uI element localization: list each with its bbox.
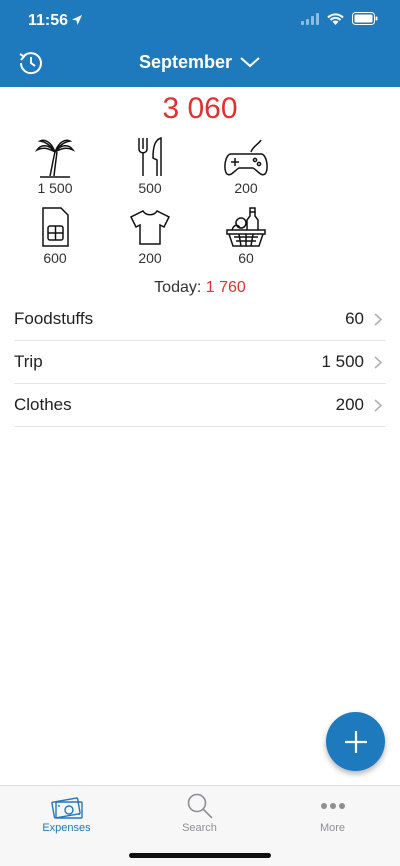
- gamepad-icon: [224, 139, 268, 176]
- shopping-basket-icon: [226, 207, 266, 247]
- palm-tree-icon: [34, 139, 76, 178]
- month-total: 3 060: [162, 92, 238, 125]
- category-trip[interactable]: 1 500: [15, 136, 95, 196]
- category-amount: 200: [138, 250, 162, 266]
- expense-name: Trip: [14, 352, 43, 371]
- more-icon: [320, 803, 345, 809]
- category-amount: 1 500: [37, 180, 73, 196]
- add-expense-button[interactable]: [326, 712, 385, 771]
- tshirt-icon: [129, 210, 171, 245]
- category-amount: 60: [238, 250, 254, 266]
- expense-name: Clothes: [14, 395, 72, 414]
- home-indicator: [129, 853, 271, 858]
- search-icon: [187, 793, 213, 819]
- today-label: Today:: [154, 279, 202, 296]
- chevron-right-icon: [374, 356, 382, 369]
- category-amount: 200: [234, 180, 258, 196]
- category-amount: 500: [138, 180, 162, 196]
- tab-label: Expenses: [42, 822, 91, 834]
- status-time: 11:56: [28, 12, 69, 29]
- category-clothes[interactable]: 200: [110, 206, 190, 266]
- list-item[interactable]: Foodstuffs 60: [14, 298, 386, 341]
- list-item[interactable]: Trip 1 500: [14, 341, 386, 384]
- today-summary: Today: 1 760: [0, 279, 400, 297]
- tab-label: More: [319, 822, 346, 834]
- expense-value: 1 500: [321, 352, 364, 371]
- month-label: September: [138, 52, 233, 72]
- signal-icon: [301, 12, 319, 25]
- category-amount: 600: [43, 250, 67, 266]
- expense-name: Foodstuffs: [14, 309, 94, 328]
- tab-label: Search: [182, 822, 217, 834]
- location-arrow-icon: [72, 15, 82, 25]
- expense-value: 60: [345, 309, 364, 328]
- chevron-right-icon: [374, 399, 382, 412]
- header: 11:56 September: [0, 0, 400, 87]
- battery-icon: [352, 12, 378, 25]
- tab-expenses[interactable]: Expenses: [0, 792, 133, 834]
- month-picker[interactable]: September: [0, 52, 400, 73]
- category-games[interactable]: 200: [206, 136, 286, 196]
- category-foodstuffs[interactable]: 60: [206, 206, 286, 266]
- category-mobile[interactable]: 600: [15, 206, 95, 266]
- wifi-icon: [327, 12, 344, 25]
- fork-knife-icon: [138, 136, 162, 176]
- list-item[interactable]: Clothes 200: [14, 384, 386, 427]
- today-value: 1 760: [205, 279, 246, 296]
- expense-list: Foodstuffs 60 Trip 1 500 Clothes 200: [14, 298, 386, 427]
- chevron-right-icon: [374, 313, 382, 326]
- plus-icon: [344, 730, 367, 753]
- chevron-down-icon: [240, 57, 260, 68]
- status-icons: [301, 12, 378, 25]
- tab-more[interactable]: More: [266, 792, 399, 834]
- money-icon: [50, 797, 83, 819]
- sim-card-icon: [42, 207, 69, 247]
- tab-search[interactable]: Search: [133, 792, 266, 834]
- expense-value: 200: [335, 395, 364, 414]
- category-food[interactable]: 500: [110, 136, 190, 196]
